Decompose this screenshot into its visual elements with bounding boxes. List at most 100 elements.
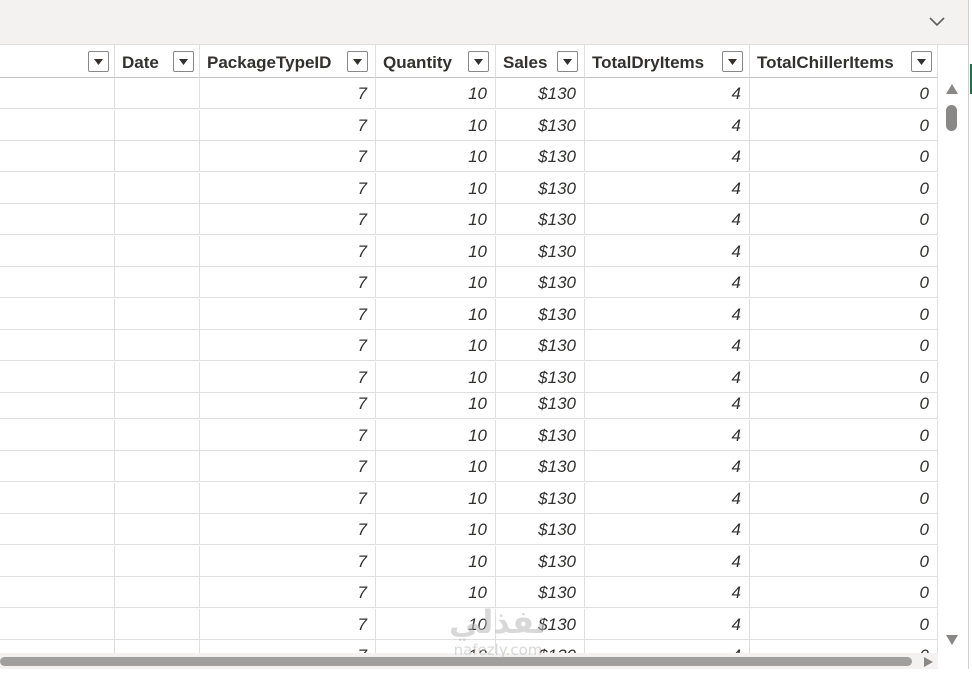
table-cell-prev[interactable] (0, 420, 115, 451)
table-cell-package-type-id[interactable]: 7 (200, 236, 376, 267)
table-cell-total-chiller-items[interactable]: 0 (750, 577, 938, 608)
table-cell-total-chiller-items[interactable]: 0 (750, 299, 938, 330)
column-header-total-chiller-items[interactable]: TotalChillerItems (750, 45, 938, 78)
table-cell-sales[interactable]: $130 (496, 483, 585, 514)
table-cell-total-chiller-items[interactable]: 0 (750, 141, 938, 172)
table-cell-quantity[interactable]: 10 (376, 267, 496, 298)
collapse-toggle[interactable] (926, 12, 948, 34)
table-cell-date[interactable] (115, 110, 200, 141)
table-cell-total-chiller-items[interactable]: 0 (750, 546, 938, 577)
table-cell-prev[interactable] (0, 110, 115, 141)
table-cell-prev[interactable] (0, 577, 115, 608)
table-cell-quantity[interactable]: 10 (376, 141, 496, 172)
table-cell-sales[interactable]: $130 (496, 236, 585, 267)
table-cell-total-chiller-items[interactable]: 0 (750, 640, 938, 653)
table-cell-total-dry-items[interactable]: 4 (585, 110, 750, 141)
table-cell-prev[interactable] (0, 141, 115, 172)
table-cell-quantity[interactable]: 10 (376, 78, 496, 109)
table-cell-package-type-id[interactable]: 7 (200, 451, 376, 482)
table-cell-total-dry-items[interactable]: 4 (585, 609, 750, 640)
column-header-sales[interactable]: Sales (496, 45, 585, 78)
table-cell-sales[interactable]: $130 (496, 609, 585, 640)
scroll-up-icon[interactable] (944, 82, 960, 96)
table-cell-package-type-id[interactable]: 7 (200, 640, 376, 653)
column-header-package-type-id[interactable]: PackageTypeID (200, 45, 376, 78)
table-cell-quantity[interactable]: 10 (376, 514, 496, 545)
table-cell-quantity[interactable]: 10 (376, 173, 496, 204)
table-cell-prev[interactable] (0, 330, 115, 361)
filter-dropdown-button[interactable] (347, 51, 368, 72)
table-cell-total-dry-items[interactable]: 4 (585, 577, 750, 608)
table-cell-total-chiller-items[interactable]: 0 (750, 420, 938, 451)
table-cell-prev[interactable] (0, 299, 115, 330)
column-header-total-dry-items[interactable]: TotalDryItems (585, 45, 750, 78)
table-cell-prev[interactable] (0, 546, 115, 577)
column-header-prev[interactable] (0, 45, 115, 78)
table-cell-date[interactable] (115, 173, 200, 204)
table-cell-package-type-id[interactable]: 7 (200, 141, 376, 172)
table-cell-package-type-id[interactable]: 7 (200, 514, 376, 545)
table-cell-total-dry-items[interactable]: 4 (585, 640, 750, 653)
table-cell-prev[interactable] (0, 236, 115, 267)
column-header-quantity[interactable]: Quantity (376, 45, 496, 78)
table-cell-date[interactable] (115, 299, 200, 330)
table-cell-date[interactable] (115, 78, 200, 109)
table-cell-quantity[interactable]: 10 (376, 640, 496, 653)
table-cell-date[interactable] (115, 640, 200, 653)
table-cell-quantity[interactable]: 10 (376, 299, 496, 330)
table-cell-package-type-id[interactable]: 7 (200, 546, 376, 577)
table-cell-date[interactable] (115, 483, 200, 514)
table-cell-total-dry-items[interactable]: 4 (585, 451, 750, 482)
table-cell-sales[interactable]: $130 (496, 546, 585, 577)
table-cell-total-chiller-items[interactable]: 0 (750, 388, 938, 419)
table-cell-package-type-id[interactable]: 7 (200, 267, 376, 298)
table-cell-quantity[interactable]: 10 (376, 236, 496, 267)
table-cell-prev[interactable] (0, 609, 115, 640)
table-cell-total-dry-items[interactable]: 4 (585, 236, 750, 267)
table-cell-total-chiller-items[interactable]: 0 (750, 78, 938, 109)
table-cell-sales[interactable]: $130 (496, 110, 585, 141)
table-cell-total-dry-items[interactable]: 4 (585, 141, 750, 172)
table-cell-date[interactable] (115, 204, 200, 235)
table-cell-package-type-id[interactable]: 7 (200, 78, 376, 109)
table-cell-date[interactable] (115, 141, 200, 172)
table-cell-quantity[interactable]: 10 (376, 546, 496, 577)
table-cell-date[interactable] (115, 420, 200, 451)
table-cell-prev[interactable] (0, 78, 115, 109)
table-cell-total-dry-items[interactable]: 4 (585, 173, 750, 204)
table-cell-total-chiller-items[interactable]: 0 (750, 267, 938, 298)
table-cell-package-type-id[interactable]: 7 (200, 204, 376, 235)
table-cell-quantity[interactable]: 10 (376, 330, 496, 361)
table-cell-package-type-id[interactable]: 7 (200, 110, 376, 141)
table-cell-sales[interactable]: $130 (496, 267, 585, 298)
filter-dropdown-button[interactable] (911, 51, 932, 72)
table-cell-total-chiller-items[interactable]: 0 (750, 483, 938, 514)
vertical-scroll-thumb[interactable] (946, 105, 957, 131)
table-cell-quantity[interactable]: 10 (376, 420, 496, 451)
filter-dropdown-button[interactable] (722, 51, 743, 72)
table-cell-total-chiller-items[interactable]: 0 (750, 110, 938, 141)
table-cell-date[interactable] (115, 609, 200, 640)
table-cell-total-dry-items[interactable]: 4 (585, 267, 750, 298)
table-cell-date[interactable] (115, 330, 200, 361)
filter-dropdown-button[interactable] (557, 51, 578, 72)
horizontal-scroll-thumb[interactable] (0, 657, 912, 666)
table-cell-total-chiller-items[interactable]: 0 (750, 514, 938, 545)
table-cell-package-type-id[interactable]: 7 (200, 173, 376, 204)
table-cell-quantity[interactable]: 10 (376, 110, 496, 141)
table-cell-total-chiller-items[interactable]: 0 (750, 451, 938, 482)
scroll-down-icon[interactable] (944, 633, 960, 647)
table-cell-date[interactable] (115, 577, 200, 608)
table-cell-total-dry-items[interactable]: 4 (585, 78, 750, 109)
table-cell-total-dry-items[interactable]: 4 (585, 546, 750, 577)
table-cell-total-dry-items[interactable]: 4 (585, 388, 750, 419)
table-cell-sales[interactable]: $130 (496, 330, 585, 361)
table-cell-total-chiller-items[interactable]: 0 (750, 330, 938, 361)
table-cell-date[interactable] (115, 451, 200, 482)
table-cell-package-type-id[interactable]: 7 (200, 483, 376, 514)
table-cell-prev[interactable] (0, 204, 115, 235)
filter-dropdown-button[interactable] (468, 51, 489, 72)
table-cell-prev[interactable] (0, 514, 115, 545)
table-cell-total-dry-items[interactable]: 4 (585, 483, 750, 514)
table-cell-quantity[interactable]: 10 (376, 609, 496, 640)
